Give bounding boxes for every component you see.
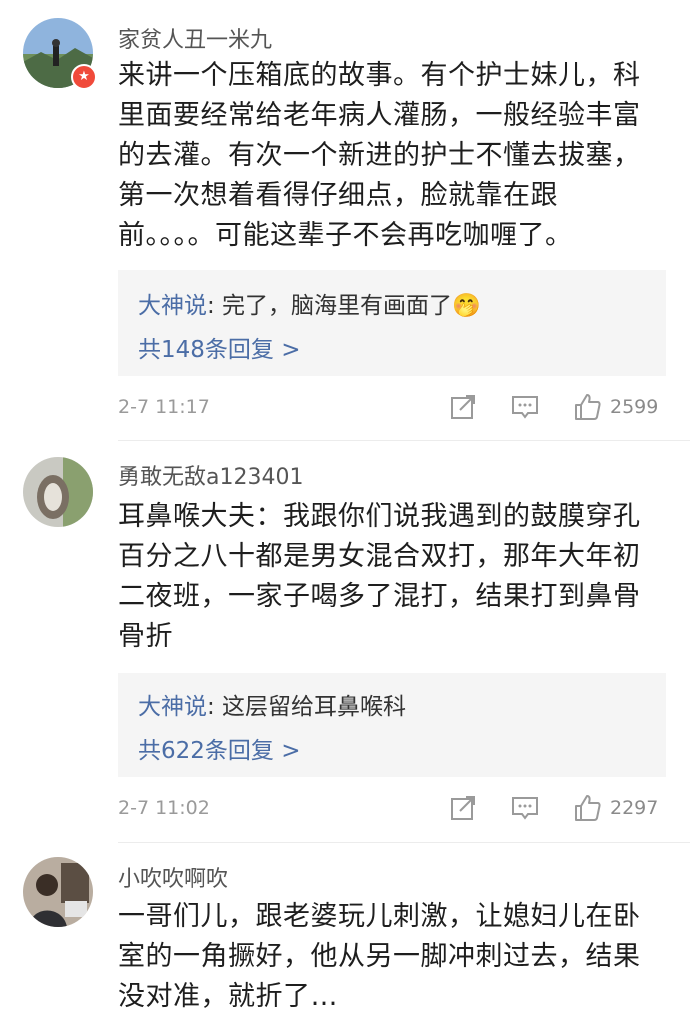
comment-icon[interactable]	[510, 793, 540, 823]
username[interactable]: 勇敢无敌a123401	[118, 459, 303, 491]
comment-line: 来讲一个压箱底的故事。有个护士妹儿，科	[118, 60, 641, 91]
comment-line: 百分之八十都是男女混合双打，那年大年初	[118, 541, 641, 572]
emoji-icon: 🤭	[452, 293, 481, 319]
like-count: 2297	[610, 797, 659, 819]
like-icon[interactable]	[572, 793, 602, 823]
reply-preview[interactable]: 大神说: 这层留给耳鼻喉科 共622条回复 >	[118, 673, 666, 777]
username[interactable]: 家贫人丑一米九	[118, 22, 272, 54]
comment-line: 二夜班，一家子喝多了混打，结果打到鼻骨	[118, 581, 641, 612]
share-icon[interactable]	[448, 793, 478, 823]
comment-text: 耳鼻喉大夫：我跟你们说我遇到的鼓膜穿孔 百分之八十都是男女混合双打，那年大年初 …	[118, 497, 658, 657]
comment-line: 第一次想着看得仔细点，脸就靠在跟	[118, 180, 558, 211]
share-icon[interactable]	[448, 392, 478, 422]
timestamp: 2-7 11:02	[118, 797, 210, 819]
like-icon[interactable]	[572, 392, 602, 422]
comment-text: 来讲一个压箱底的故事。有个护士妹儿，科 里面要经常给老年病人灌肠，一般经验丰富 …	[118, 56, 658, 256]
reply-author[interactable]: 大神说	[138, 293, 207, 319]
view-replies-link[interactable]: 共622条回复 >	[138, 731, 300, 765]
comment-line: 耳鼻喉大夫：我跟你们说我遇到的鼓膜穿孔	[118, 501, 641, 532]
comment-card: 勇敢无敌a123401 耳鼻喉大夫：我跟你们说我遇到的鼓膜穿孔 百分之八十都是男…	[0, 441, 690, 841]
reply-text: : 完了，脑海里有画面了	[207, 293, 453, 319]
comment-text: 一哥们儿，跟老婆玩儿刺激，让媳妇儿在卧 室的一角撅好，他从另一脚冲刺过去，结果 …	[118, 897, 658, 1017]
timestamp: 2-7 11:17	[118, 396, 210, 418]
comment-line: 室的一角撅好，他从另一脚冲刺过去，结果	[118, 941, 641, 972]
username[interactable]: 小吹吹啊吹	[118, 861, 228, 893]
comment-card: ★ 家贫人丑一米九 来讲一个压箱底的故事。有个护士妹儿，科 里面要经常给老年病人…	[0, 0, 690, 440]
comment-line: 的去灌。有次一个新进的护士不懂去拔塞，	[118, 140, 641, 171]
avatar[interactable]	[23, 857, 93, 927]
comment-meta: 2-7 11:02 2297	[118, 791, 670, 827]
comment-line: 前。。。。可能这辈子不会再吃咖喱了。	[118, 220, 573, 251]
comment-line: 没对准，就折了…	[118, 981, 338, 1012]
reply-text: : 这层留给耳鼻喉科	[207, 694, 407, 720]
comment-icon[interactable]	[510, 392, 540, 422]
comment-line: 一哥们儿，跟老婆玩儿刺激，让媳妇儿在卧	[118, 901, 641, 932]
comment-line: 骨折	[118, 621, 173, 652]
avatar[interactable]	[23, 457, 93, 527]
comment-line: 里面要经常给老年病人灌肠，一般经验丰富	[118, 100, 641, 131]
reply-preview[interactable]: 大神说: 完了，脑海里有画面了🤭 共148条回复 >	[118, 270, 666, 376]
like-count: 2599	[610, 396, 659, 418]
reply-author[interactable]: 大神说	[138, 694, 207, 720]
reply-snippet: 大神说: 这层留给耳鼻喉科	[138, 687, 406, 721]
comment-card: 小吹吹啊吹 一哥们儿，跟老婆玩儿刺激，让媳妇儿在卧 室的一角撅好，他从另一脚冲刺…	[0, 843, 690, 1012]
comment-meta: 2-7 11:17 2599	[118, 390, 670, 426]
verified-badge-icon: ★	[71, 64, 97, 90]
reply-snippet: 大神说: 完了，脑海里有画面了🤭	[138, 286, 481, 320]
view-replies-link[interactable]: 共148条回复 >	[138, 330, 300, 364]
